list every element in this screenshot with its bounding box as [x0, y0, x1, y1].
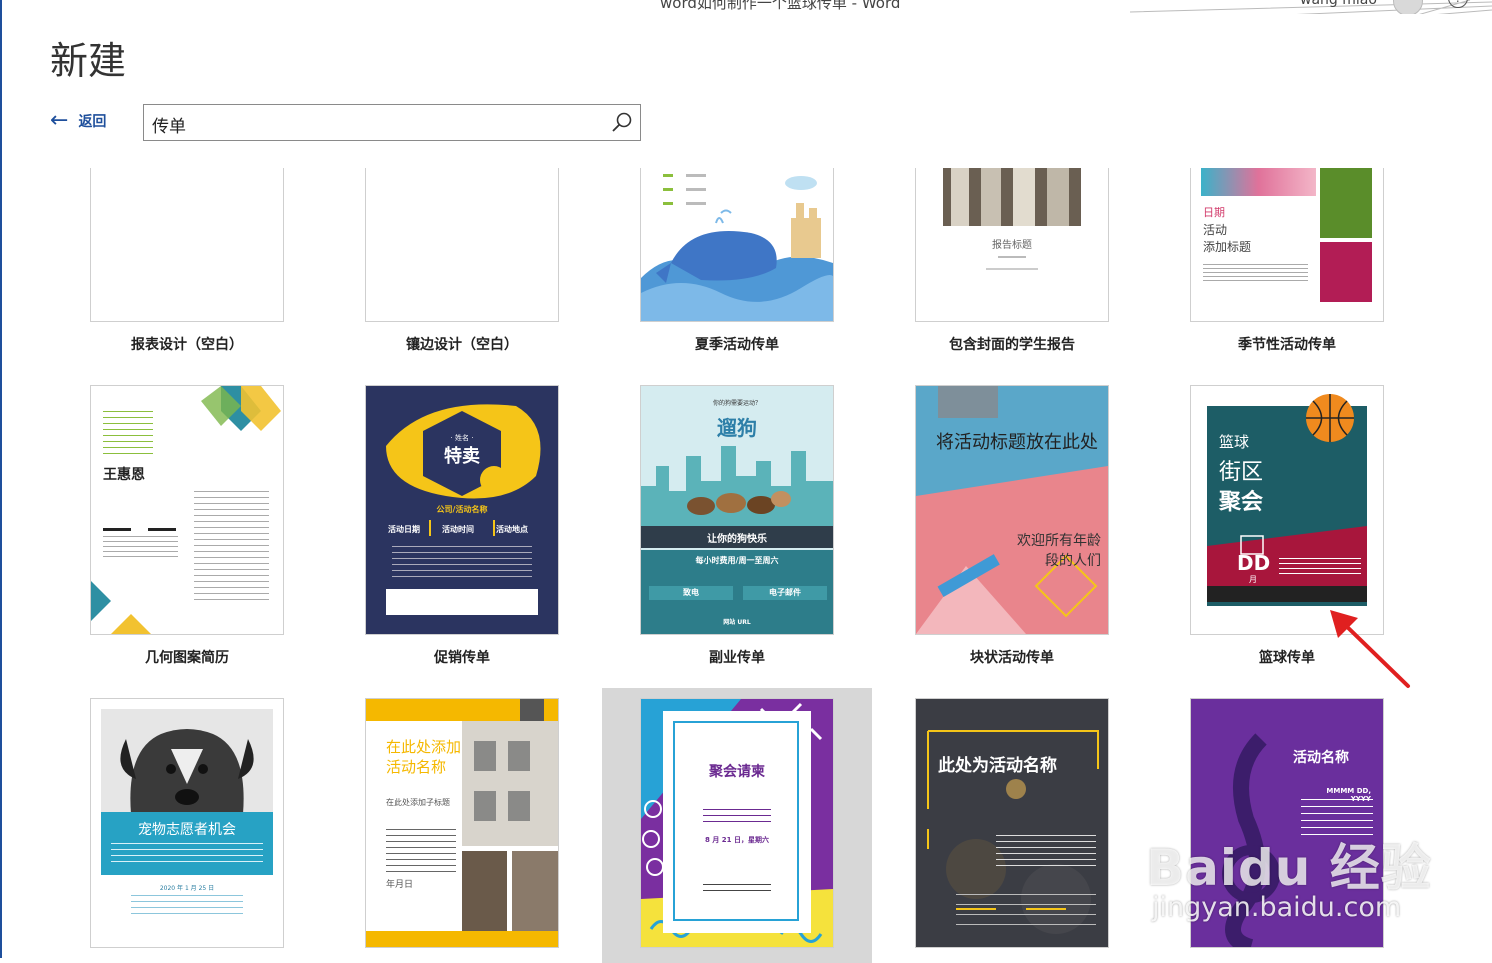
- template-label: 夏季活动传单: [695, 337, 779, 353]
- building-photo: [462, 721, 558, 931]
- search-box[interactable]: [143, 104, 641, 141]
- pet-title: 宠物志愿者机会: [138, 822, 236, 838]
- title-bar: word如何制作一个篮球传单 - Word wang miao ?: [0, 0, 1492, 14]
- columns-photo: [943, 168, 1081, 226]
- page-title: 新建: [50, 39, 127, 83]
- night-event-title: 此处为活动名称: [938, 756, 1057, 776]
- house-title: 在此处添加活动名称: [386, 738, 462, 776]
- resume-name: 王惠恩: [103, 467, 145, 483]
- report-title: 报告标题: [992, 240, 1032, 251]
- music-title: 活动名称: [1293, 750, 1349, 766]
- template-label: 包含封面的学生报告: [949, 337, 1075, 353]
- template-thumbnail[interactable]: 宠物志愿者机会 2020 年 1 月 25 日: [90, 698, 284, 948]
- template-card-block-event-flyer[interactable]: 将活动标题放在此处 欢迎所有年龄段的人们 块状活动传单: [915, 385, 1109, 667]
- seasonal-line-3: 添加标题: [1203, 240, 1252, 254]
- back-arrow-icon: ←: [50, 108, 69, 133]
- template-card-pet-volunteer[interactable]: 宠物志愿者机会 2020 年 1 月 25 日: [90, 698, 284, 948]
- template-card-side-business-flyer[interactable]: 你的狗需要运动？ 遛狗 让你的狗快乐 每小时费用/周一至周六 致电 电子邮件 网…: [640, 385, 834, 667]
- window-left-edge: [0, 0, 2, 958]
- watermark-url: jingyan.baidu.com: [1152, 892, 1402, 923]
- template-thumbnail[interactable]: 聚会请柬 8 月 21 日，星期六: [640, 698, 834, 948]
- template-card-seasonal-flyer[interactable]: 日期 活动 添加标题 季节性活动传单: [1190, 168, 1384, 354]
- search-icon[interactable]: [610, 111, 634, 135]
- template-thumbnail[interactable]: · 姓名 · 特卖 公司/活动名称 活动日期 活动时间 活动地点: [365, 385, 559, 635]
- template-thumbnail[interactable]: 日期 活动 添加标题: [1190, 168, 1384, 322]
- template-card-border-design[interactable]: 镶边设计（空白）: [365, 168, 559, 354]
- template-label: 镶边设计（空白）: [406, 337, 518, 353]
- template-label: 几何图案简历: [145, 650, 229, 666]
- template-card-report-design[interactable]: 报表设计（空白）: [90, 168, 284, 354]
- template-label: 块状活动传单: [970, 650, 1054, 666]
- seasonal-line-2: 活动: [1203, 223, 1228, 237]
- promo-badge-title: 特卖: [444, 446, 480, 467]
- template-thumbnail[interactable]: [640, 168, 834, 322]
- side-biz-title: 遛狗: [717, 416, 757, 440]
- dogs-skyline: [641, 446, 833, 526]
- template-thumbnail[interactable]: 王惠恩: [90, 385, 284, 635]
- template-label: 副业传单: [709, 650, 765, 666]
- template-card-promo-flyer[interactable]: · 姓名 · 特卖 公司/活动名称 活动日期 活动时间 活动地点 促销传单: [365, 385, 559, 667]
- geometric-decor: [201, 386, 281, 431]
- dog-photo: [101, 709, 273, 814]
- red-annotation-arrow: [1330, 610, 1410, 688]
- template-label: 促销传单: [434, 650, 490, 666]
- template-card-geometric-resume[interactable]: 王惠恩 几何图案简历: [90, 385, 284, 667]
- template-thumbnail[interactable]: 篮球 街区 聚会 DD 月: [1190, 385, 1384, 635]
- back-label: 返回: [78, 114, 107, 130]
- template-card-night-event[interactable]: 此处为活动名称: [915, 698, 1109, 948]
- seasonal-line-1: 日期: [1203, 206, 1225, 219]
- block-event-title: 将活动标题放在此处: [936, 432, 1098, 453]
- party-title: 聚会请柬: [709, 764, 765, 780]
- template-card-house-event[interactable]: 在此处添加活动名称 在此处添加子标题 年月日: [365, 698, 559, 948]
- template-thumbnail[interactable]: 将活动标题放在此处 欢迎所有年龄段的人们: [915, 385, 1109, 635]
- back-button[interactable]: ← 返回: [50, 110, 106, 132]
- template-thumbnail[interactable]: 在此处添加活动名称 在此处添加子标题 年月日: [365, 698, 559, 948]
- template-thumbnail[interactable]: [90, 168, 284, 322]
- template-label: 报表设计（空白）: [131, 337, 243, 353]
- search-input[interactable]: [150, 109, 604, 139]
- template-thumbnail[interactable]: 报告标题: [915, 168, 1109, 322]
- baidu-watermark: Baidu 经验 jingyan.baidu.com: [1140, 828, 1431, 928]
- template-thumbnail[interactable]: [365, 168, 559, 322]
- window-title: word如何制作一个篮球传单 - Word: [660, 0, 901, 12]
- template-thumbnail[interactable]: 你的狗需要运动？ 遛狗 让你的狗快乐 每小时费用/周一至周六 致电 电子邮件 网…: [640, 385, 834, 635]
- watermark-main: Baidu 经验: [1146, 839, 1432, 897]
- template-card-summer-flyer[interactable]: 夏季活动传单: [640, 168, 834, 354]
- whale-illustration: [641, 174, 833, 321]
- template-card-party-invitation[interactable]: 聚会请柬 8 月 21 日，星期六: [602, 688, 872, 963]
- user-name[interactable]: wang miao: [1300, 0, 1377, 8]
- template-card-student-report[interactable]: 报告标题 包含封面的学生报告: [915, 168, 1109, 354]
- template-thumbnail[interactable]: 此处为活动名称: [915, 698, 1109, 948]
- template-label: 季节性活动传单: [1238, 337, 1336, 353]
